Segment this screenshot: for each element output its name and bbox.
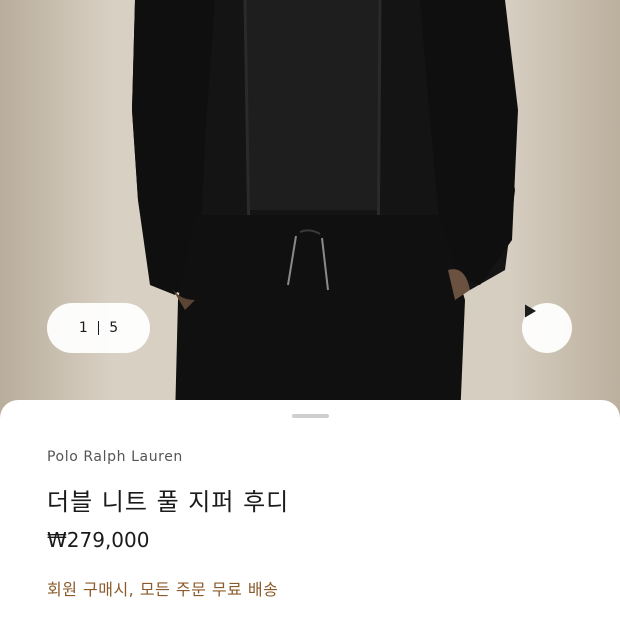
product-price: ₩279,000: [47, 528, 150, 552]
play-icon: [525, 304, 536, 318]
image-counter-current: 1: [78, 320, 88, 336]
image-counter-divider: [97, 321, 100, 335]
play-video-button[interactable]: [522, 303, 572, 353]
image-counter-total: 5: [109, 320, 119, 336]
product-info-sheet: Polo Ralph Lauren 더블 니트 풀 지퍼 후디 ₩279,000…: [0, 400, 620, 620]
product-title: 더블 니트 풀 지퍼 후디: [47, 488, 290, 516]
sheet-drag-handle[interactable]: [292, 414, 329, 418]
product-photo-icon: [132, 0, 518, 420]
image-counter: 1 5: [47, 303, 150, 353]
free-shipping-note: 회원 구매시, 모든 주문 무료 배송: [47, 580, 279, 599]
product-image-gallery[interactable]: 1 5: [0, 0, 620, 420]
brand-name[interactable]: Polo Ralph Lauren: [47, 449, 183, 465]
